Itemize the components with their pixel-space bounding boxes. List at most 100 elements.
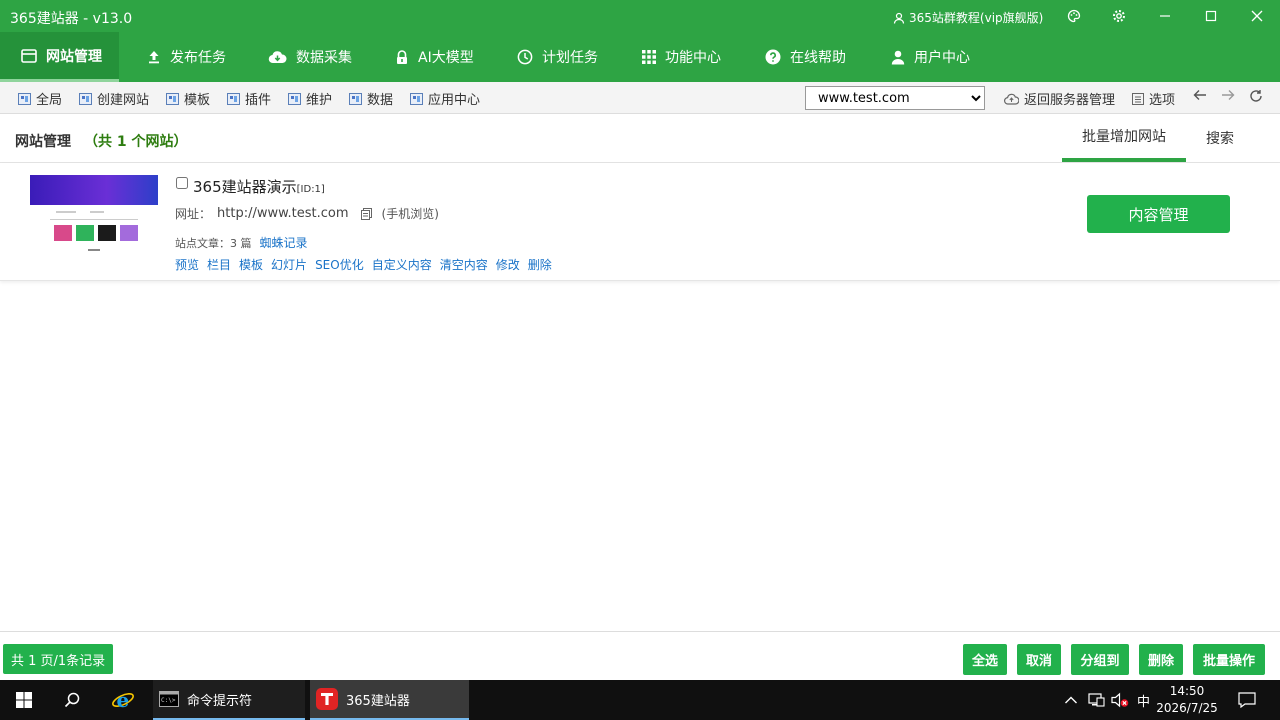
nav-online-help[interactable]: 在线帮助 bbox=[765, 32, 846, 82]
taskbar-365-label: 365建站器 bbox=[346, 693, 410, 709]
nav-scheduled-task[interactable]: 计划任务 bbox=[517, 32, 598, 82]
nav-ai-model[interactable]: AI大模型 bbox=[395, 32, 474, 82]
action-edit[interactable]: 修改 bbox=[496, 256, 520, 273]
nav-website-management[interactable]: 网站管理 bbox=[0, 32, 119, 82]
action-clear-content[interactable]: 清空内容 bbox=[440, 256, 488, 273]
site-thumbnail[interactable] bbox=[30, 175, 158, 259]
group-to-button[interactable]: 分组到 bbox=[1071, 644, 1129, 675]
tab-batch-add-site[interactable]: 批量增加网站 bbox=[1062, 114, 1186, 162]
site-checkbox[interactable] bbox=[176, 177, 188, 189]
toolbar: 全局 创建网站 模板 插件 维护 数据 应用中心 www.test.com 返回… bbox=[0, 82, 1280, 114]
clock-icon bbox=[517, 49, 533, 65]
close-button[interactable] bbox=[1247, 6, 1267, 26]
title-bar: 365建站器 - v13.0 365站群教程(vip旗舰版) bbox=[0, 0, 1280, 32]
app-grid-icon bbox=[349, 92, 362, 105]
tool-maintenance[interactable]: 维护 bbox=[288, 89, 332, 108]
nav-data-collection[interactable]: 数据采集 bbox=[268, 32, 352, 82]
tool-label: 全局 bbox=[36, 93, 63, 108]
arrow-right-icon bbox=[1222, 90, 1235, 100]
tool-plugin[interactable]: 插件 bbox=[227, 89, 271, 108]
action-custom-content[interactable]: 自定义内容 bbox=[372, 256, 432, 273]
clock-time: 14:50 bbox=[1169, 684, 1205, 698]
taskbar-365[interactable]: 365建站器 bbox=[310, 680, 469, 720]
action-seo[interactable]: SEO优化 bbox=[315, 256, 364, 273]
site-actions: 预览 栏目 模板 幻灯片 SEO优化 自定义内容 清空内容 修改 删除 bbox=[175, 256, 552, 273]
tool-label: 数据 bbox=[367, 93, 394, 108]
select-all-button[interactable]: 全选 bbox=[963, 644, 1007, 675]
close-icon bbox=[1251, 10, 1263, 22]
user-icon bbox=[891, 50, 905, 64]
site-stats: 站点文章：3 篇 蜘蛛记录 bbox=[175, 234, 308, 251]
nav-publish-task[interactable]: 发布任务 bbox=[147, 32, 226, 82]
action-template[interactable]: 模板 bbox=[239, 256, 263, 273]
cancel-button[interactable]: 取消 bbox=[1017, 644, 1061, 675]
start-button[interactable] bbox=[0, 680, 48, 720]
action-columns[interactable]: 栏目 bbox=[207, 256, 231, 273]
cloud-icon bbox=[1004, 93, 1019, 105]
refresh-button[interactable] bbox=[1249, 89, 1263, 103]
upload-icon bbox=[149, 51, 159, 64]
section-title: 网站管理 bbox=[15, 134, 71, 150]
site-select[interactable]: www.test.com bbox=[805, 86, 985, 110]
tool-global[interactable]: 全局 bbox=[18, 89, 62, 108]
taskbar-cmd-label: 命令提示符 bbox=[187, 693, 253, 709]
settings-button[interactable] bbox=[1109, 6, 1129, 26]
tray-notifications[interactable] bbox=[1238, 680, 1256, 720]
nav-user-center[interactable]: 用户中心 bbox=[891, 32, 970, 82]
arrow-left-icon bbox=[1193, 90, 1206, 100]
tool-data[interactable]: 数据 bbox=[349, 89, 393, 108]
url-label: 网址： bbox=[175, 207, 212, 221]
mobile-browse[interactable]: (手机浏览) bbox=[382, 205, 439, 222]
tray-ime[interactable]: 中 bbox=[1137, 680, 1150, 720]
clock-date: 2026/7/25 bbox=[1156, 701, 1218, 715]
internet-explorer-icon: e bbox=[112, 689, 134, 711]
back-server-button[interactable]: 返回服务器管理 bbox=[1004, 89, 1115, 108]
spider-log-link[interactable]: 蜘蛛记录 bbox=[260, 234, 308, 251]
maximize-icon bbox=[1205, 10, 1217, 22]
terminal-icon: C:\> bbox=[159, 691, 179, 707]
list-icon bbox=[1132, 92, 1144, 105]
action-slideshow[interactable]: 幻灯片 bbox=[271, 256, 307, 273]
tray-clock[interactable]: 14:50 2026/7/25 bbox=[1156, 683, 1218, 717]
tutorial-link[interactable]: 365站群教程(vip旗舰版) bbox=[893, 9, 1043, 26]
site-url[interactable]: http://www.test.com bbox=[217, 206, 349, 221]
minimize-button[interactable] bbox=[1155, 6, 1175, 26]
maximize-button[interactable] bbox=[1201, 6, 1221, 26]
forward-button[interactable] bbox=[1221, 89, 1235, 101]
batch-operation-button[interactable]: 批量操作 bbox=[1193, 644, 1265, 675]
back-button[interactable] bbox=[1193, 89, 1207, 101]
tool-app-center[interactable]: 应用中心 bbox=[410, 89, 480, 108]
skin-button[interactable] bbox=[1064, 6, 1084, 26]
taskbar-ie[interactable]: e bbox=[100, 680, 146, 720]
nav-label: 用户中心 bbox=[914, 50, 970, 66]
tool-label: 维护 bbox=[306, 93, 333, 108]
action-delete[interactable]: 删除 bbox=[528, 256, 552, 273]
copy-icon[interactable] bbox=[360, 207, 372, 220]
thumbnail-box bbox=[76, 225, 94, 241]
thumbnail-line bbox=[50, 219, 138, 220]
nav-feature-center[interactable]: 功能中心 bbox=[642, 32, 721, 82]
taskbar: e C:\> 命令提示符 365建站器 中 14:50 2026/7/25 bbox=[0, 680, 1280, 720]
help-icon bbox=[765, 49, 781, 65]
volume-muted-icon bbox=[1111, 692, 1129, 708]
tray-overflow[interactable] bbox=[1064, 680, 1078, 720]
content-management-button[interactable]: 内容管理 bbox=[1087, 195, 1230, 233]
section-header: 网站管理 （共 1 个网站） 批量增加网站 搜索 bbox=[0, 114, 1280, 163]
taskbar-search-button[interactable] bbox=[48, 680, 96, 720]
tray-volume[interactable] bbox=[1111, 680, 1129, 720]
tab-search[interactable]: 搜索 bbox=[1194, 114, 1246, 162]
thumbnail-line bbox=[88, 249, 100, 251]
article-count: 站点文章：3 篇 bbox=[175, 236, 252, 250]
action-preview[interactable]: 预览 bbox=[175, 256, 199, 273]
tray-network[interactable] bbox=[1088, 680, 1105, 720]
delete-button[interactable]: 删除 bbox=[1139, 644, 1183, 675]
thumbnail-hero bbox=[30, 175, 158, 205]
tool-create-site[interactable]: 创建网站 bbox=[79, 89, 149, 108]
options-button[interactable]: 选项 bbox=[1132, 89, 1175, 108]
nav-label: 计划任务 bbox=[542, 50, 598, 66]
main-nav: 网站管理 发布任务 数据采集 AI大模型 计划任务 功能中心 在线帮助 用户中心 bbox=[0, 32, 1280, 82]
grid-icon bbox=[642, 50, 656, 64]
taskbar-cmd[interactable]: C:\> 命令提示符 bbox=[153, 680, 305, 720]
tool-template[interactable]: 模板 bbox=[166, 89, 210, 108]
tutorial-label: 365站群教程(vip旗舰版) bbox=[909, 11, 1044, 25]
